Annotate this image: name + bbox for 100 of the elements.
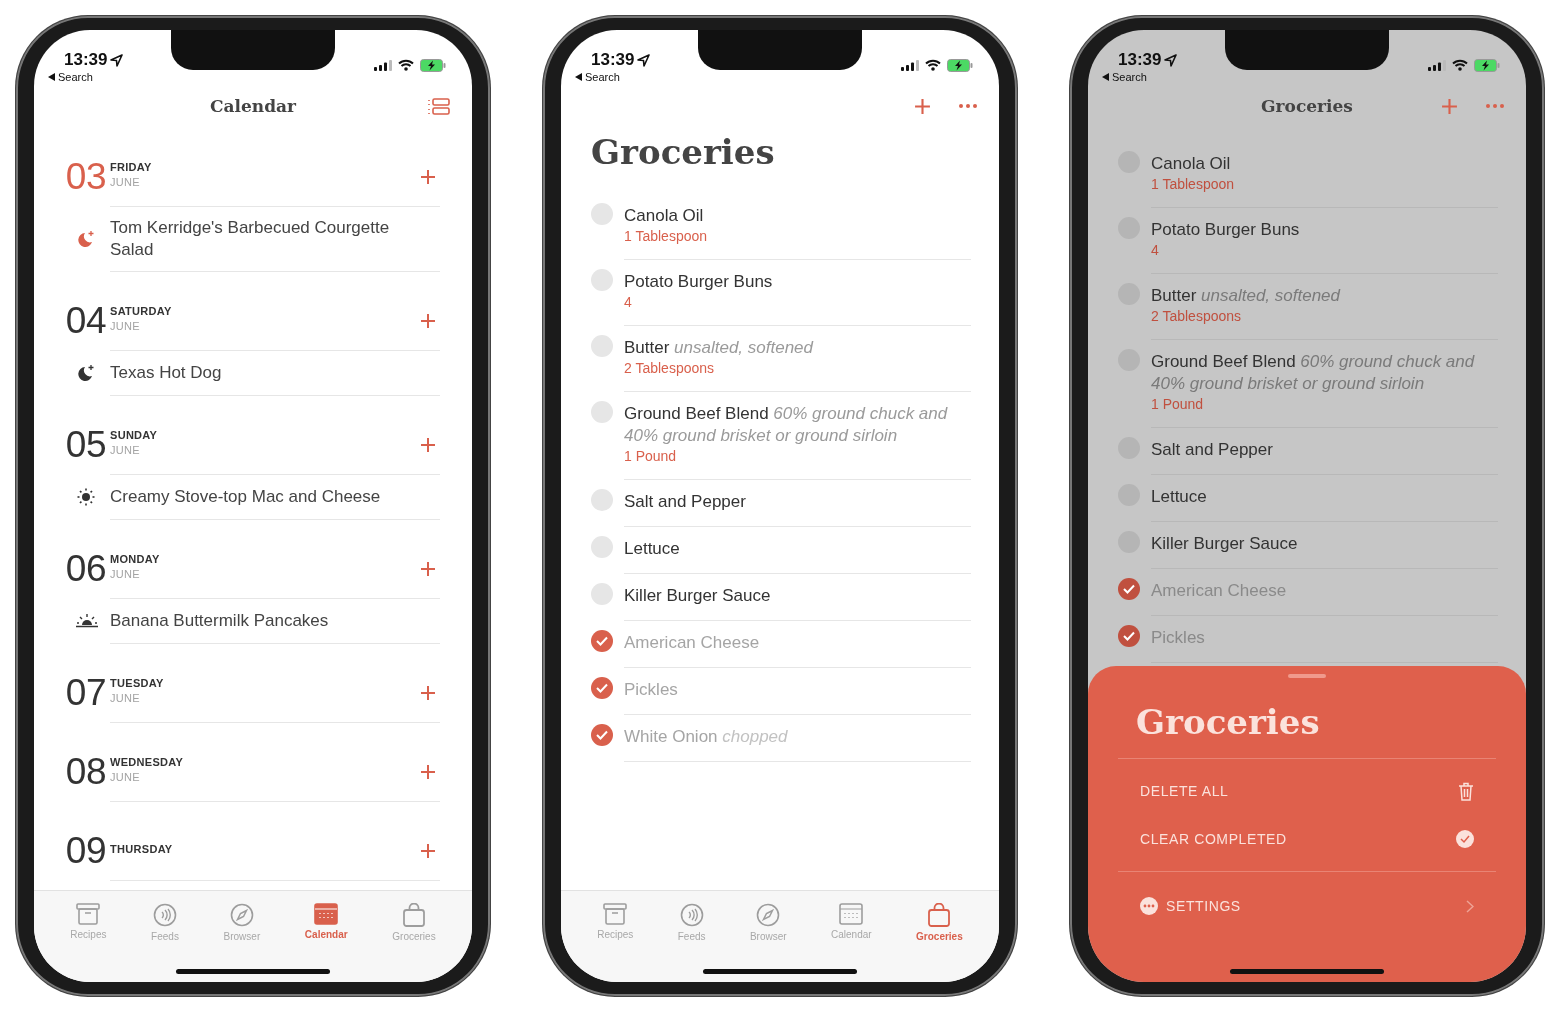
checkbox[interactable]	[591, 335, 613, 357]
checkbox[interactable]	[591, 203, 613, 225]
location-arrow-icon	[637, 53, 651, 67]
checkmark-icon	[1123, 631, 1135, 641]
settings-row[interactable]: SETTINGS	[1118, 882, 1496, 930]
more-icon[interactable]	[959, 104, 977, 108]
more-icon[interactable]	[1486, 104, 1504, 108]
day-number: 08	[64, 751, 106, 793]
moon-icon	[76, 230, 96, 248]
battery-charging-icon	[420, 58, 446, 72]
item-name: Salt and Pepper	[624, 491, 747, 513]
sheet-title: Groceries	[1136, 702, 1320, 742]
item-quantity: 1 Tablespoon	[1151, 175, 1236, 194]
item-quantity: 1 Pound	[1151, 395, 1205, 414]
month-label: JUNE	[110, 443, 141, 458]
item-name: Lettuce	[624, 538, 681, 560]
check-circle-icon	[1456, 830, 1474, 848]
tab[interactable]: Feeds	[677, 903, 706, 942]
meal-title[interactable]: Texas Hot Dog	[110, 362, 222, 384]
nav-title: Calendar	[209, 96, 296, 116]
item-name: Butter unsalted, softened	[1151, 285, 1342, 307]
checkbox[interactable]	[591, 269, 613, 291]
meal-title[interactable]: Tom Kerridge's Barbecued Courgette Salad	[110, 217, 400, 261]
checkbox[interactable]	[591, 583, 613, 605]
add-icon[interactable]	[420, 764, 436, 780]
weekday-label: FRIDAY	[110, 160, 152, 175]
signal-icon	[374, 59, 392, 71]
tab[interactable]: Groceries	[916, 903, 963, 942]
location-arrow-icon	[1164, 53, 1178, 67]
item-name: White Onion chopped	[624, 726, 789, 748]
item-name: Salt and Pepper	[1151, 439, 1274, 461]
tab[interactable]: Recipes	[597, 903, 634, 940]
more-circle-icon	[1140, 897, 1158, 915]
add-icon[interactable]	[1441, 97, 1458, 115]
checkmark-icon	[596, 683, 608, 693]
item-quantity: 2 Tablespoons	[624, 359, 716, 378]
day-number: 03	[64, 156, 106, 198]
tab[interactable]: Recipes	[70, 903, 107, 940]
checkbox[interactable]	[1118, 578, 1140, 600]
checkmark-icon	[1123, 584, 1135, 594]
day-number: 09	[64, 830, 106, 872]
checkbox[interactable]	[591, 630, 613, 652]
add-icon[interactable]	[420, 561, 436, 577]
item-quantity: 2 Tablespoons	[1151, 307, 1243, 326]
month-label: JUNE	[110, 319, 141, 334]
weekday-label: THURSDAY	[110, 841, 173, 857]
tab[interactable]: Groceries	[392, 903, 436, 942]
compass-icon	[229, 903, 254, 927]
day-number: 05	[64, 424, 106, 466]
meal-title[interactable]: Creamy Stove-top Mac and Cheese	[110, 486, 381, 508]
add-icon[interactable]	[420, 169, 436, 185]
back-triangle-icon	[48, 73, 55, 81]
item-quantity: 4	[1151, 241, 1160, 260]
tab[interactable]: Browser	[749, 903, 787, 942]
feed-waves-icon	[153, 903, 177, 927]
item-name: Pickles	[1151, 627, 1206, 649]
item-name: Pickles	[624, 679, 679, 701]
sheet-action[interactable]: CLEAR COMPLETED	[1118, 815, 1496, 863]
add-icon[interactable]	[420, 843, 436, 859]
add-icon[interactable]	[420, 437, 436, 453]
checkbox[interactable]	[591, 536, 613, 558]
shopping-bag-icon	[402, 903, 425, 927]
signal-icon	[1428, 59, 1446, 71]
checkbox[interactable]	[591, 724, 613, 746]
signal-icon	[901, 59, 919, 71]
weekday-label: SATURDAY	[110, 304, 172, 319]
item-name: Canola Oil	[624, 205, 705, 227]
tab[interactable]: Feeds	[151, 903, 179, 942]
back-triangle-icon	[1102, 73, 1109, 81]
item-quantity: 1 Tablespoon	[624, 227, 709, 246]
tab[interactable]: Calendar	[831, 903, 872, 940]
tab[interactable]: Calendar	[304, 903, 348, 940]
compass-icon	[756, 903, 781, 927]
item-name: Killer Burger Sauce	[1151, 533, 1299, 555]
sunrise-icon	[76, 614, 98, 628]
weekday-label: SUNDAY	[110, 428, 158, 443]
back-triangle-icon	[575, 73, 582, 81]
day-number: 06	[64, 548, 106, 590]
checkbox[interactable]	[1118, 625, 1140, 647]
item-name: Killer Burger Sauce	[624, 585, 772, 607]
location-arrow-icon	[110, 53, 124, 67]
add-icon[interactable]	[914, 97, 931, 115]
archive-box-icon	[603, 903, 628, 925]
item-name: Potato Burger Buns	[624, 271, 774, 293]
day-number: 04	[64, 300, 106, 342]
add-icon[interactable]	[420, 313, 436, 329]
checkbox[interactable]	[591, 401, 613, 423]
add-icon[interactable]	[420, 685, 436, 701]
item-name: Potato Burger Buns	[1151, 219, 1301, 241]
moon-icon	[76, 364, 96, 382]
item-name: Ground Beef Blend 60% ground chuck and 40% ground brisket or ground sirloin	[1151, 351, 1476, 395]
checkbox[interactable]	[591, 489, 613, 511]
item-quantity: 1 Pound	[624, 447, 678, 466]
meal-title[interactable]: Banana Buttermilk Pancakes	[110, 610, 329, 632]
item-name: Butter unsalted, softened	[624, 337, 815, 359]
checkbox[interactable]	[591, 677, 613, 699]
list-view-icon[interactable]	[428, 97, 450, 115]
sheet-action[interactable]: DELETE ALL	[1118, 767, 1496, 815]
tab[interactable]: Browser	[223, 903, 261, 942]
sheet-grabber[interactable]	[1288, 674, 1326, 678]
